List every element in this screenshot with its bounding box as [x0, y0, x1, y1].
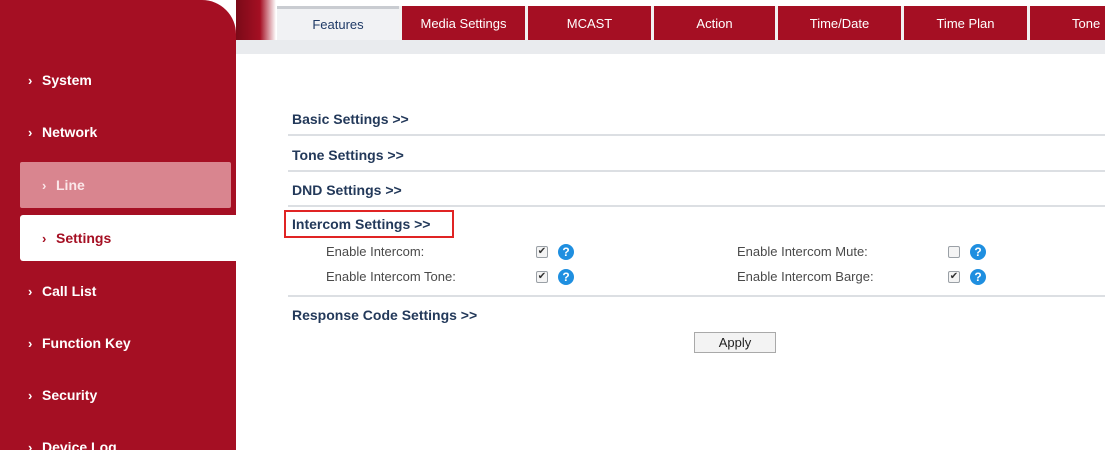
apply-button[interactable]: Apply — [694, 332, 776, 353]
sidebar-item-system[interactable]: › System — [0, 57, 231, 103]
enable-intercom-mute-checkbox[interactable] — [948, 246, 960, 258]
features-content: Basic Settings >> Tone Settings >> DND S… — [236, 54, 1105, 450]
tab-action[interactable]: Action — [651, 6, 775, 40]
sidebar-item-label: Device Log — [42, 439, 117, 450]
sidebar-item-label: Call List — [42, 283, 97, 299]
sidebar-item-line[interactable]: › Line — [20, 162, 231, 208]
enable-intercom-barge-checkbox[interactable]: ✔ — [948, 271, 960, 283]
sidebar-item-label: Settings — [56, 230, 112, 246]
help-icon[interactable]: ? — [970, 269, 986, 285]
sidebar-item-settings[interactable]: › Settings — [20, 215, 236, 261]
help-icon[interactable]: ? — [558, 269, 574, 285]
divider — [288, 134, 1105, 136]
tab-bar-edge — [236, 0, 276, 40]
divider — [288, 205, 1105, 207]
intercom-settings-header[interactable]: Intercom Settings >> — [292, 216, 430, 232]
tab-time-date[interactable]: Time/Date — [775, 6, 901, 40]
dnd-settings-header[interactable]: DND Settings >> — [292, 182, 402, 198]
chevron-right-icon: › — [42, 230, 47, 246]
divider — [288, 295, 1105, 297]
tab-mcast[interactable]: MCAST — [525, 6, 651, 40]
sidebar: › System › Network › Line › Settings › C… — [0, 0, 236, 450]
sidebar-item-label: Function Key — [42, 335, 131, 351]
tab-time-plan[interactable]: Time Plan — [901, 6, 1027, 40]
sidebar-item-call-list[interactable]: › Call List — [0, 268, 231, 314]
sidebar-item-label: System — [42, 72, 92, 88]
enable-intercom-barge-label: Enable Intercom Barge: — [737, 269, 874, 284]
enable-intercom-mute-label: Enable Intercom Mute: — [737, 244, 868, 259]
enable-intercom-tone-checkbox[interactable]: ✔ — [536, 271, 548, 283]
help-icon[interactable]: ? — [558, 244, 574, 260]
tone-settings-header[interactable]: Tone Settings >> — [292, 147, 404, 163]
tab-tone[interactable]: Tone — [1027, 6, 1105, 40]
sidebar-item-network[interactable]: › Network — [0, 109, 231, 155]
divider — [288, 170, 1105, 172]
tab-media-settings[interactable]: Media Settings — [399, 6, 525, 40]
sidebar-item-label: Line — [56, 177, 85, 193]
chevron-right-icon: › — [28, 72, 33, 88]
basic-settings-header[interactable]: Basic Settings >> — [292, 111, 409, 127]
chevron-right-icon: › — [42, 177, 47, 193]
tab-features[interactable]: Features — [277, 6, 399, 40]
chevron-right-icon: › — [28, 335, 33, 351]
chevron-right-icon: › — [28, 387, 33, 403]
response-code-settings-header[interactable]: Response Code Settings >> — [292, 307, 477, 323]
sidebar-item-device-log[interactable]: › Device Log — [0, 424, 231, 450]
chevron-right-icon: › — [28, 124, 33, 140]
chevron-right-icon: › — [28, 283, 33, 299]
chevron-right-icon: › — [28, 439, 33, 450]
enable-intercom-checkbox[interactable]: ✔ — [536, 246, 548, 258]
enable-intercom-label: Enable Intercom: — [326, 244, 425, 259]
sidebar-item-label: Network — [42, 124, 98, 140]
help-icon[interactable]: ? — [970, 244, 986, 260]
sidebar-item-security[interactable]: › Security — [0, 372, 231, 418]
sidebar-item-function-key[interactable]: › Function Key — [0, 320, 231, 366]
enable-intercom-tone-label: Enable Intercom Tone: — [326, 269, 456, 284]
sidebar-item-label: Security — [42, 387, 98, 403]
tab-bar-underline — [236, 40, 1105, 54]
